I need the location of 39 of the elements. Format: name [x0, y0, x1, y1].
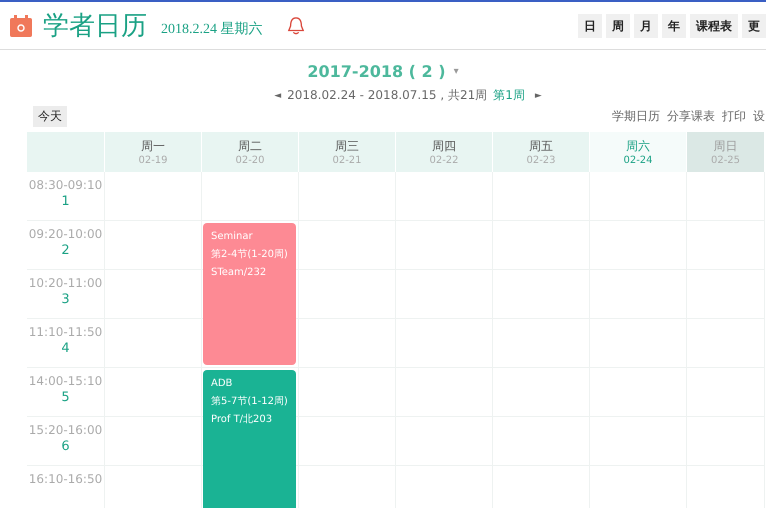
- day-header: 周六 02-24: [590, 132, 687, 172]
- previous-week-arrow[interactable]: ◄: [274, 90, 282, 100]
- day-header: 周五 02-23: [493, 132, 590, 172]
- period-number: 5: [61, 390, 70, 405]
- term-range: 2018.02.24 - 2018.07.15 , 共21周: [287, 87, 488, 104]
- period-time: 10:20-11:00: [28, 276, 102, 290]
- view-button[interactable]: 周: [606, 14, 630, 38]
- view-button[interactable]: 年: [662, 14, 686, 38]
- period-time: 08:30-09:10: [28, 178, 102, 192]
- period-number: 2: [61, 243, 70, 258]
- period-number: 1: [61, 194, 70, 209]
- next-week-arrow[interactable]: ►: [534, 90, 542, 100]
- period-number: 6: [61, 439, 70, 454]
- view-button[interactable]: 更: [742, 14, 766, 38]
- toolbar-link[interactable]: 打印: [722, 108, 746, 124]
- current-date: 2018.2.24 星期六: [161, 20, 262, 38]
- period-number: 3: [61, 292, 70, 307]
- day-header: 周二 02-20: [202, 132, 299, 172]
- period-time: 16:10-16:50: [28, 472, 102, 486]
- period-time: 14:00-15:10: [28, 374, 102, 388]
- day-header: 周三 02-21: [299, 132, 396, 172]
- calendar-icon: [10, 14, 32, 36]
- period-time: 15:20-16:00: [28, 423, 102, 437]
- day-header: 周日 02-25: [687, 132, 765, 172]
- view-button[interactable]: 课程表: [690, 14, 738, 38]
- toolbar-link[interactable]: 学期日历: [612, 108, 660, 124]
- day-header: 周一 02-19: [105, 132, 202, 172]
- current-week: 第1周: [493, 87, 525, 104]
- toolbar-link[interactable]: 设: [753, 108, 765, 124]
- period-time: 11:10-11:50: [28, 325, 102, 339]
- view-button[interactable]: 月: [634, 14, 658, 38]
- day-header: 周四 02-22: [396, 132, 493, 172]
- app-title: 学者日历: [43, 10, 147, 43]
- bell-icon[interactable]: [286, 16, 304, 36]
- period-time: 09:20-10:00: [28, 227, 102, 241]
- today-button[interactable]: 今天: [33, 106, 67, 126]
- toolbar-link[interactable]: 分享课表: [667, 108, 715, 124]
- view-button[interactable]: 日: [578, 14, 602, 38]
- period-number: 4: [61, 341, 70, 356]
